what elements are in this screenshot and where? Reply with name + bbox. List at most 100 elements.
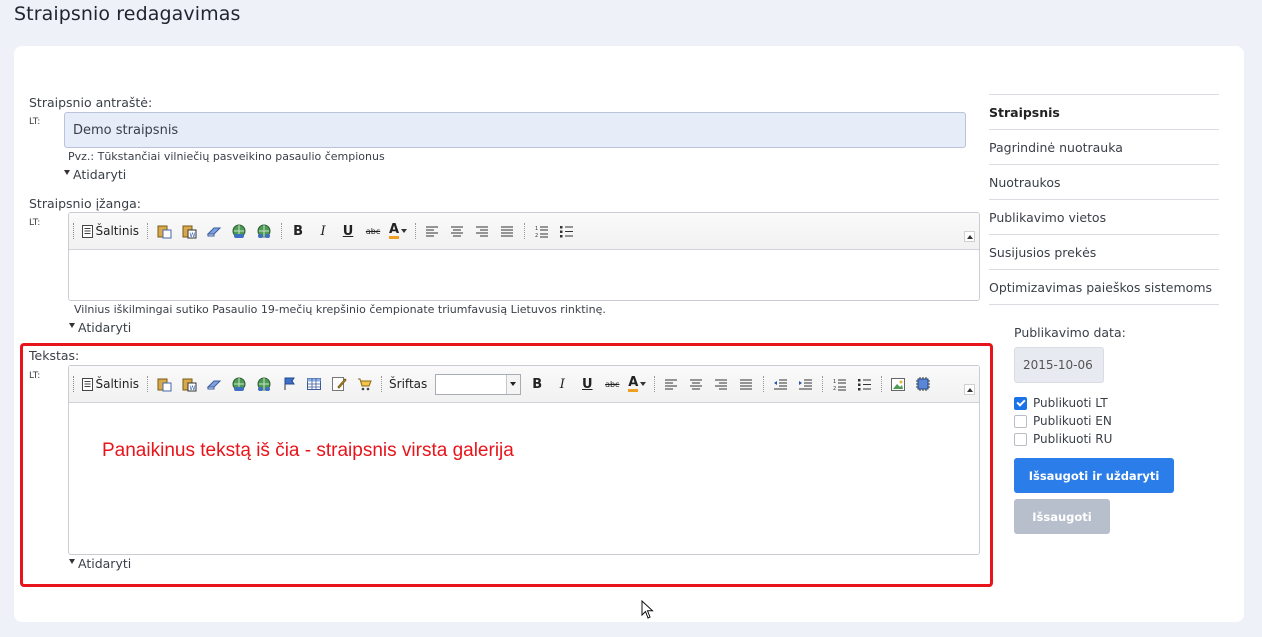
align-right-button[interactable] [471,220,493,242]
italic-label: I [320,223,326,239]
bold-button[interactable]: B [287,220,309,242]
collapse-toolbar-button[interactable] [964,231,975,242]
svg-text:W: W [189,232,195,239]
text-lang-label: LT: [29,371,41,381]
strike-button[interactable]: abc [362,220,384,242]
publish-ru-option[interactable]: Publikuoti RU [1014,430,1112,448]
eraser-icon [206,380,222,390]
bold-label: B [293,223,303,239]
save-button[interactable]: Išsaugoti [1014,499,1110,534]
publish-en-label: Publikuoti EN [1033,414,1112,428]
unlink-button[interactable] [253,220,275,242]
cart-icon [357,378,372,391]
italic-button[interactable]: I [312,220,334,242]
nav-item-photos[interactable]: Nuotraukos [989,165,1219,200]
paste-button[interactable] [153,220,175,242]
nav-item-related-products[interactable]: Susijusios prekės [989,235,1219,270]
align-center-button[interactable] [685,373,707,395]
link-button[interactable] [228,220,250,242]
intro-editor-body[interactable] [69,250,979,300]
strike-label: abc [365,226,381,236]
text-editor-body[interactable]: Panaikinus tekstą iš čia - straipsnis vi… [69,403,979,554]
save-and-close-button[interactable]: Išsaugoti ir uždaryti [1014,458,1174,493]
align-left-button[interactable] [660,373,682,395]
bullet-list-button[interactable] [555,220,577,242]
flag-icon [284,377,295,390]
text-color-button[interactable]: A [387,220,409,242]
publish-lt-option[interactable]: Publikuoti LT [1014,394,1112,412]
bold-button[interactable]: B [526,373,548,395]
text-field-label: Tekstas: [29,348,80,363]
eraser-button[interactable] [203,220,225,242]
collapse-toolbar-button[interactable] [964,384,975,395]
paste-word-icon: W [182,378,197,392]
numbered-list-button[interactable]: 12 [828,373,850,395]
publish-date-label: Publikavimo data: [1014,325,1126,340]
publish-en-checkbox[interactable] [1014,414,1027,428]
publish-ru-label: Publikuoti RU [1033,432,1113,446]
align-justify-button[interactable] [735,373,757,395]
font-family-select[interactable] [434,373,521,395]
nav-item-main-photo[interactable]: Pagrindinė nuotrauka [989,130,1219,165]
intro-toggle[interactable]: Atidaryti [69,320,131,335]
source-label: Šaltinis [95,377,140,391]
intro-toggle-label: Atidaryti [78,320,132,335]
align-right-icon [715,379,728,389]
numbered-list-icon: 12 [535,226,548,238]
bold-label: B [532,376,543,392]
eraser-icon [206,227,222,237]
publish-en-option[interactable]: Publikuoti EN [1014,412,1112,430]
eraser-button[interactable] [203,373,225,395]
intro-editor-toolbar: Šaltinis W B I U abc A 12 [69,213,979,250]
caret-down-icon [64,170,70,175]
paste-word-button[interactable]: W [178,220,200,242]
publish-options: Publikuoti LT Publikuoti EN Publikuoti R… [1014,394,1112,448]
title-toggle[interactable]: Atidaryti [64,167,126,182]
text-color-button[interactable]: A [626,373,648,395]
publish-lt-checkbox[interactable] [1014,396,1027,410]
text-toggle[interactable]: Atidaryti [69,556,131,571]
publish-ru-checkbox[interactable] [1014,432,1027,446]
underline-button[interactable]: U [337,220,359,242]
product-button[interactable] [353,373,375,395]
unlink-button[interactable] [253,373,275,395]
nav-item-seo[interactable]: Optimizavimas paieškos sistemoms [989,270,1219,305]
table-button[interactable] [303,373,325,395]
svg-text:1: 1 [833,379,836,385]
strike-button[interactable]: abc [601,373,623,395]
text-editor: Šaltinis W Šriftas B I U abc A 1 2 Panai… [68,365,980,555]
align-left-button[interactable] [421,220,443,242]
source-button[interactable]: Šaltinis [80,373,142,395]
italic-button[interactable]: I [551,373,573,395]
bullet-list-button[interactable] [853,373,875,395]
image-button[interactable] [887,373,909,395]
caret-down-icon [640,382,647,386]
nav-item-publish-places[interactable]: Publikavimo vietos [989,200,1219,235]
numbered-list-button[interactable]: 12 [530,220,552,242]
align-center-button[interactable] [446,220,468,242]
outdent-button[interactable] [769,373,791,395]
flash-button[interactable] [912,373,934,395]
align-left-icon [665,379,678,389]
indent-icon [798,379,812,389]
mouse-pointer-icon [641,600,654,619]
source-button[interactable]: Šaltinis [80,220,142,242]
publish-lt-label: Publikuoti LT [1033,396,1108,410]
title-lang-label: LT: [29,117,41,127]
publish-date-input[interactable] [1014,347,1104,383]
paste-button[interactable] [153,373,175,395]
underline-button[interactable]: U [576,373,598,395]
align-justify-button[interactable] [496,220,518,242]
align-right-button[interactable] [710,373,732,395]
nav-item-article[interactable]: Straipsnis [989,95,1219,130]
paste-word-button[interactable]: W [178,373,200,395]
media-icon [916,377,931,391]
paste-icon [157,378,172,391]
indent-button[interactable] [794,373,816,395]
anchor-button[interactable] [278,373,300,395]
template-button[interactable] [328,373,350,395]
article-title-input[interactable] [64,112,966,148]
paste-word-icon: W [182,225,197,239]
bullet-list-icon [559,225,573,237]
link-button[interactable] [228,373,250,395]
